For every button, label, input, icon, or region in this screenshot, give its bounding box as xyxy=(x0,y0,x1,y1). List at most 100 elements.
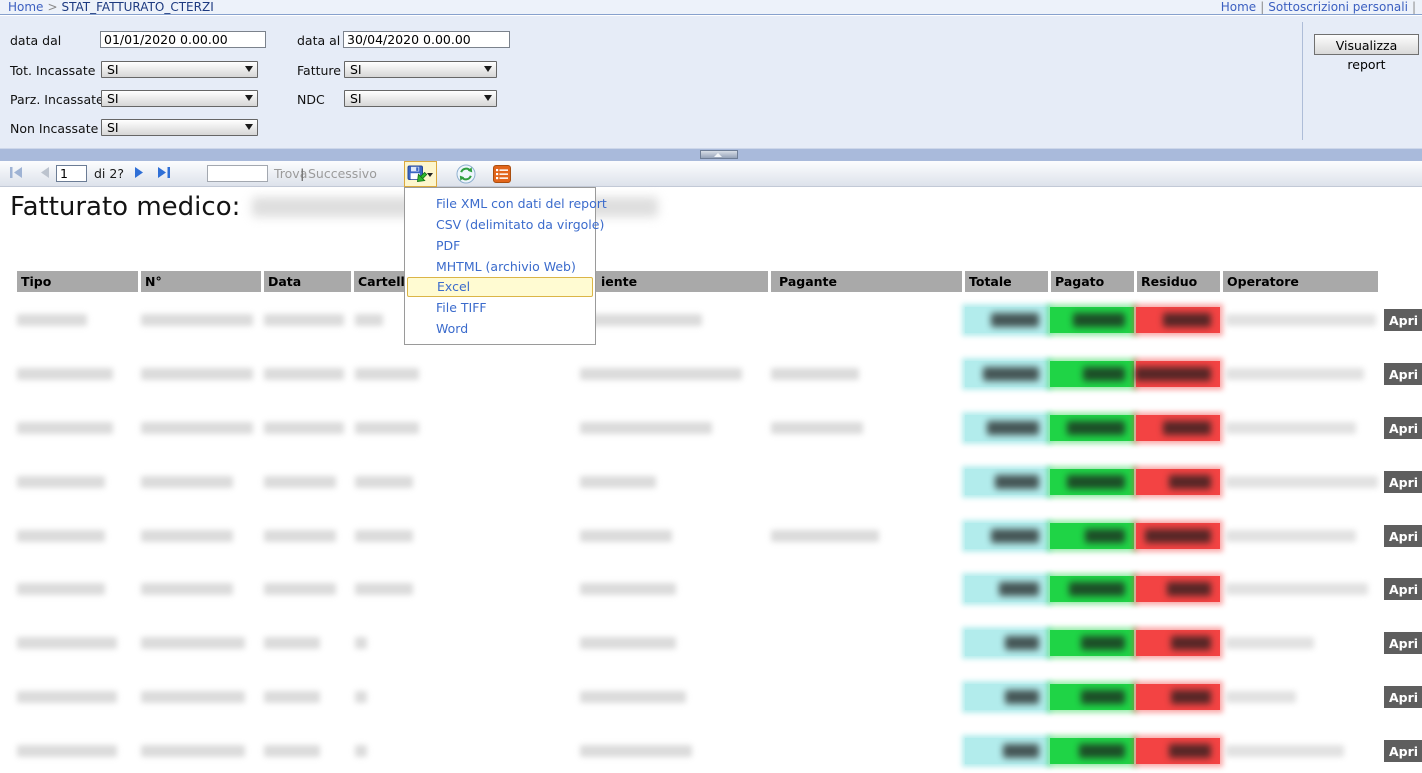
redacted-cliente xyxy=(580,745,692,757)
page-count-label: di 2? xyxy=(94,166,124,181)
collapse-up-icon xyxy=(714,153,722,157)
pagato-value-cell xyxy=(1050,307,1134,333)
redacted-numero xyxy=(141,368,253,380)
export-menu-item-file-xml-con-dati-del-report[interactable]: File XML con dati del report xyxy=(405,193,595,214)
redacted-pagato-amount xyxy=(1081,636,1125,650)
redacted-cartella xyxy=(355,422,419,434)
previous-page-icon[interactable] xyxy=(39,166,51,179)
redacted-numero xyxy=(141,530,233,542)
refresh-icon[interactable] xyxy=(456,164,476,184)
top-link-bar: Home>STAT_FATTURATO_CTERZI Home|Sottoscr… xyxy=(0,0,1422,15)
find-next-link[interactable]: Successivo xyxy=(308,166,377,181)
redacted-data xyxy=(264,745,320,757)
redacted-totale-amount xyxy=(1003,744,1039,758)
data-feed-icon[interactable] xyxy=(493,165,511,183)
redacted-numero xyxy=(141,422,253,434)
redacted-residuo-amount xyxy=(1163,313,1211,327)
chevron-down-icon xyxy=(245,124,253,130)
residuo-value-cell xyxy=(1136,684,1220,710)
redacted-cliente xyxy=(580,637,676,649)
data-dal-input[interactable] xyxy=(100,31,266,48)
column-header-totale: Totale xyxy=(965,271,1048,292)
report-title: Fatturato medico: xyxy=(10,192,240,222)
redacted-numero xyxy=(141,476,233,488)
apri-button[interactable]: Apri F xyxy=(1384,632,1422,654)
parz-incassate-select[interactable]: SI xyxy=(101,90,258,107)
export-menu-item-pdf[interactable]: PDF xyxy=(405,235,595,256)
collapse-parameters-handle[interactable] xyxy=(700,150,738,159)
redacted-pagante xyxy=(771,422,863,434)
redacted-residuo-amount xyxy=(1135,367,1211,381)
fatture-value: SI xyxy=(350,62,362,77)
redacted-operatore xyxy=(1226,422,1356,434)
redacted-cartella xyxy=(355,637,367,649)
totale-value-cell xyxy=(965,469,1048,495)
home-link[interactable]: Home xyxy=(1221,0,1256,14)
export-menu-item-csv-delimitato-da-virgole[interactable]: CSV (delimitato da virgole) xyxy=(405,214,595,235)
data-al-input[interactable] xyxy=(343,31,510,48)
apri-button[interactable]: Apri F xyxy=(1384,417,1422,439)
redacted-cartella xyxy=(355,583,413,595)
export-menu-item-mhtml-archivio-web[interactable]: MHTML (archivio Web) xyxy=(405,256,595,277)
apri-button[interactable]: Apri F xyxy=(1384,525,1422,547)
subscriptions-link[interactable]: Sottoscrizioni personali xyxy=(1268,0,1408,14)
totale-value-cell xyxy=(965,576,1048,602)
last-page-icon[interactable] xyxy=(157,166,172,179)
breadcrumb: Home>STAT_FATTURATO_CTERZI xyxy=(8,0,214,14)
ndc-select[interactable]: SI xyxy=(344,90,497,107)
apri-button[interactable]: Apri F xyxy=(1384,309,1422,331)
view-report-button[interactable]: Visualizza report xyxy=(1314,34,1419,55)
redacted-residuo-amount xyxy=(1163,421,1211,435)
link-separator: | xyxy=(1408,0,1420,14)
redacted-residuo-amount xyxy=(1169,744,1211,758)
export-menu-item-excel[interactable]: Excel xyxy=(407,277,593,297)
redacted-pagato-amount xyxy=(1081,690,1125,704)
tot-incassate-label: Tot. Incassate xyxy=(10,63,95,78)
link-separator: | xyxy=(1256,0,1268,14)
redacted-totale-amount xyxy=(983,367,1039,381)
redacted-cartella xyxy=(355,368,419,380)
redacted-tipo xyxy=(17,583,105,595)
apri-button[interactable]: Apri F xyxy=(1384,686,1422,708)
pagato-value-cell xyxy=(1050,738,1134,764)
pagato-value-cell xyxy=(1050,469,1134,495)
redacted-tipo xyxy=(17,368,113,380)
redacted-cartella xyxy=(355,314,383,326)
chevron-down-icon xyxy=(427,173,433,177)
column-header-pagante: Pagante xyxy=(771,271,962,292)
apri-button[interactable]: Apri F xyxy=(1384,578,1422,600)
chevron-down-icon xyxy=(245,95,253,101)
column-header-tipo: Tipo xyxy=(17,271,138,292)
redacted-tipo xyxy=(17,476,105,488)
redacted-data xyxy=(264,368,344,380)
export-menu-item-word[interactable]: Word xyxy=(405,318,595,339)
apri-button[interactable]: Apri F xyxy=(1384,363,1422,385)
non-incassate-select[interactable]: SI xyxy=(101,119,258,136)
redacted-totale-amount xyxy=(999,582,1039,596)
export-menu-item-file-tiff[interactable]: File TIFF xyxy=(405,297,595,318)
redacted-data xyxy=(264,637,320,649)
redacted-totale-amount xyxy=(1005,690,1039,704)
find-separator: | xyxy=(300,166,305,181)
apri-button[interactable]: Apri F xyxy=(1384,471,1422,493)
apri-button[interactable]: Apri F xyxy=(1384,740,1422,762)
tot-incassate-select[interactable]: SI xyxy=(101,61,258,78)
page-number-input[interactable] xyxy=(56,165,87,182)
residuo-value-cell xyxy=(1136,523,1220,549)
column-header-n-: N° xyxy=(141,271,261,292)
next-page-icon[interactable] xyxy=(133,166,145,179)
top-right-links: Home|Sottoscrizioni personali| xyxy=(1221,0,1420,14)
breadcrumb-home-link[interactable]: Home xyxy=(8,0,43,14)
data-dal-label: data dal xyxy=(10,33,61,48)
fatture-select[interactable]: SI xyxy=(344,61,497,78)
chevron-down-icon xyxy=(484,66,492,72)
redacted-pagato-amount xyxy=(1079,744,1125,758)
find-text-input[interactable] xyxy=(207,165,268,182)
redacted-tipo xyxy=(17,530,105,542)
redacted-tipo xyxy=(17,314,87,326)
redacted-cliente xyxy=(580,530,672,542)
first-page-icon[interactable] xyxy=(9,166,24,179)
redacted-operatore xyxy=(1226,314,1376,326)
export-dropdown-button[interactable] xyxy=(404,161,437,187)
tot-incassate-value: SI xyxy=(107,62,119,77)
